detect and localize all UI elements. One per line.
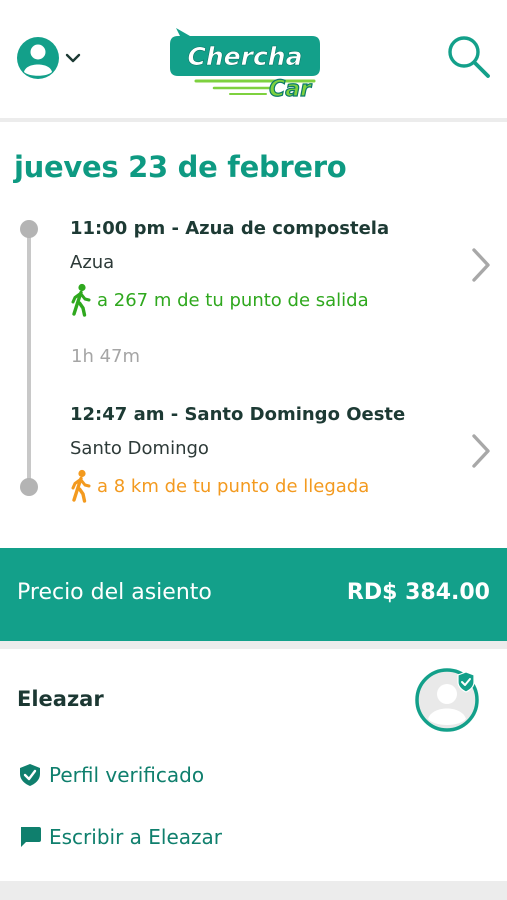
seat-price-bar: Precio del asiento RD$ 384.00 [0,548,507,641]
walking-person-icon [71,469,91,503]
seat-price-value: RD$ 384.00 [346,580,490,605]
destination-time-place: 12:47 am - Santo Domingo Oeste [70,404,406,425]
chat-bubble-icon [21,827,41,847]
verified-profile-label: Perfil verificado [49,763,205,787]
destination-walk-distance: a 8 km de tu punto de llegada [68,468,369,504]
origin-time-place: 11:00 pm - Azua de compostela [70,218,390,239]
app-header: Chercha Car [0,0,507,118]
logo-text-car: Car [269,77,312,100]
destination-city: Santo Domingo [70,438,209,459]
seat-price-label: Precio del asiento [17,580,212,605]
destination-stop[interactable]: 12:47 am - Santo Domingo Oeste Santo Dom… [0,400,507,510]
destination-walk-text: a 8 km de tu punto de llegada [97,475,370,497]
chevron-right-icon [472,434,490,468]
origin-walk-text: a 267 m de tu punto de salida [97,289,369,311]
logo-text-chercha: Chercha [188,42,303,71]
origin-stop[interactable]: 11:00 pm - Azua de compostela Azua a 267… [0,214,507,324]
trip-details-card: jueves 23 de febrero 11:00 pm - Azua de … [0,122,507,548]
user-circle-icon [17,37,59,79]
shield-check-icon [20,764,40,786]
walking-person-icon [71,283,91,317]
origin-city: Azua [70,252,115,273]
verified-profile-row: Perfil verificado [17,755,204,795]
driver-name: Eleazar [17,687,104,711]
search-icon[interactable] [444,32,494,82]
chevron-down-icon [65,53,81,63]
driver-card[interactable]: Eleazar [0,649,507,745]
trip-duration: 1h 47m [71,346,141,367]
driver-avatar[interactable] [414,667,480,733]
trip-date-title: jueves 23 de febrero [14,150,347,184]
message-driver-button[interactable]: Escribir a Eleazar [17,817,222,857]
driver-actions-card: Perfil verificado Escribir a Eleazar [0,745,507,881]
user-menu-button[interactable] [16,36,96,80]
chevron-right-icon [472,248,490,282]
origin-walk-distance: a 267 m de tu punto de salida [68,282,369,318]
message-driver-label: Escribir a Eleazar [49,825,223,849]
chercha-car-logo: Chercha Car [170,28,320,100]
